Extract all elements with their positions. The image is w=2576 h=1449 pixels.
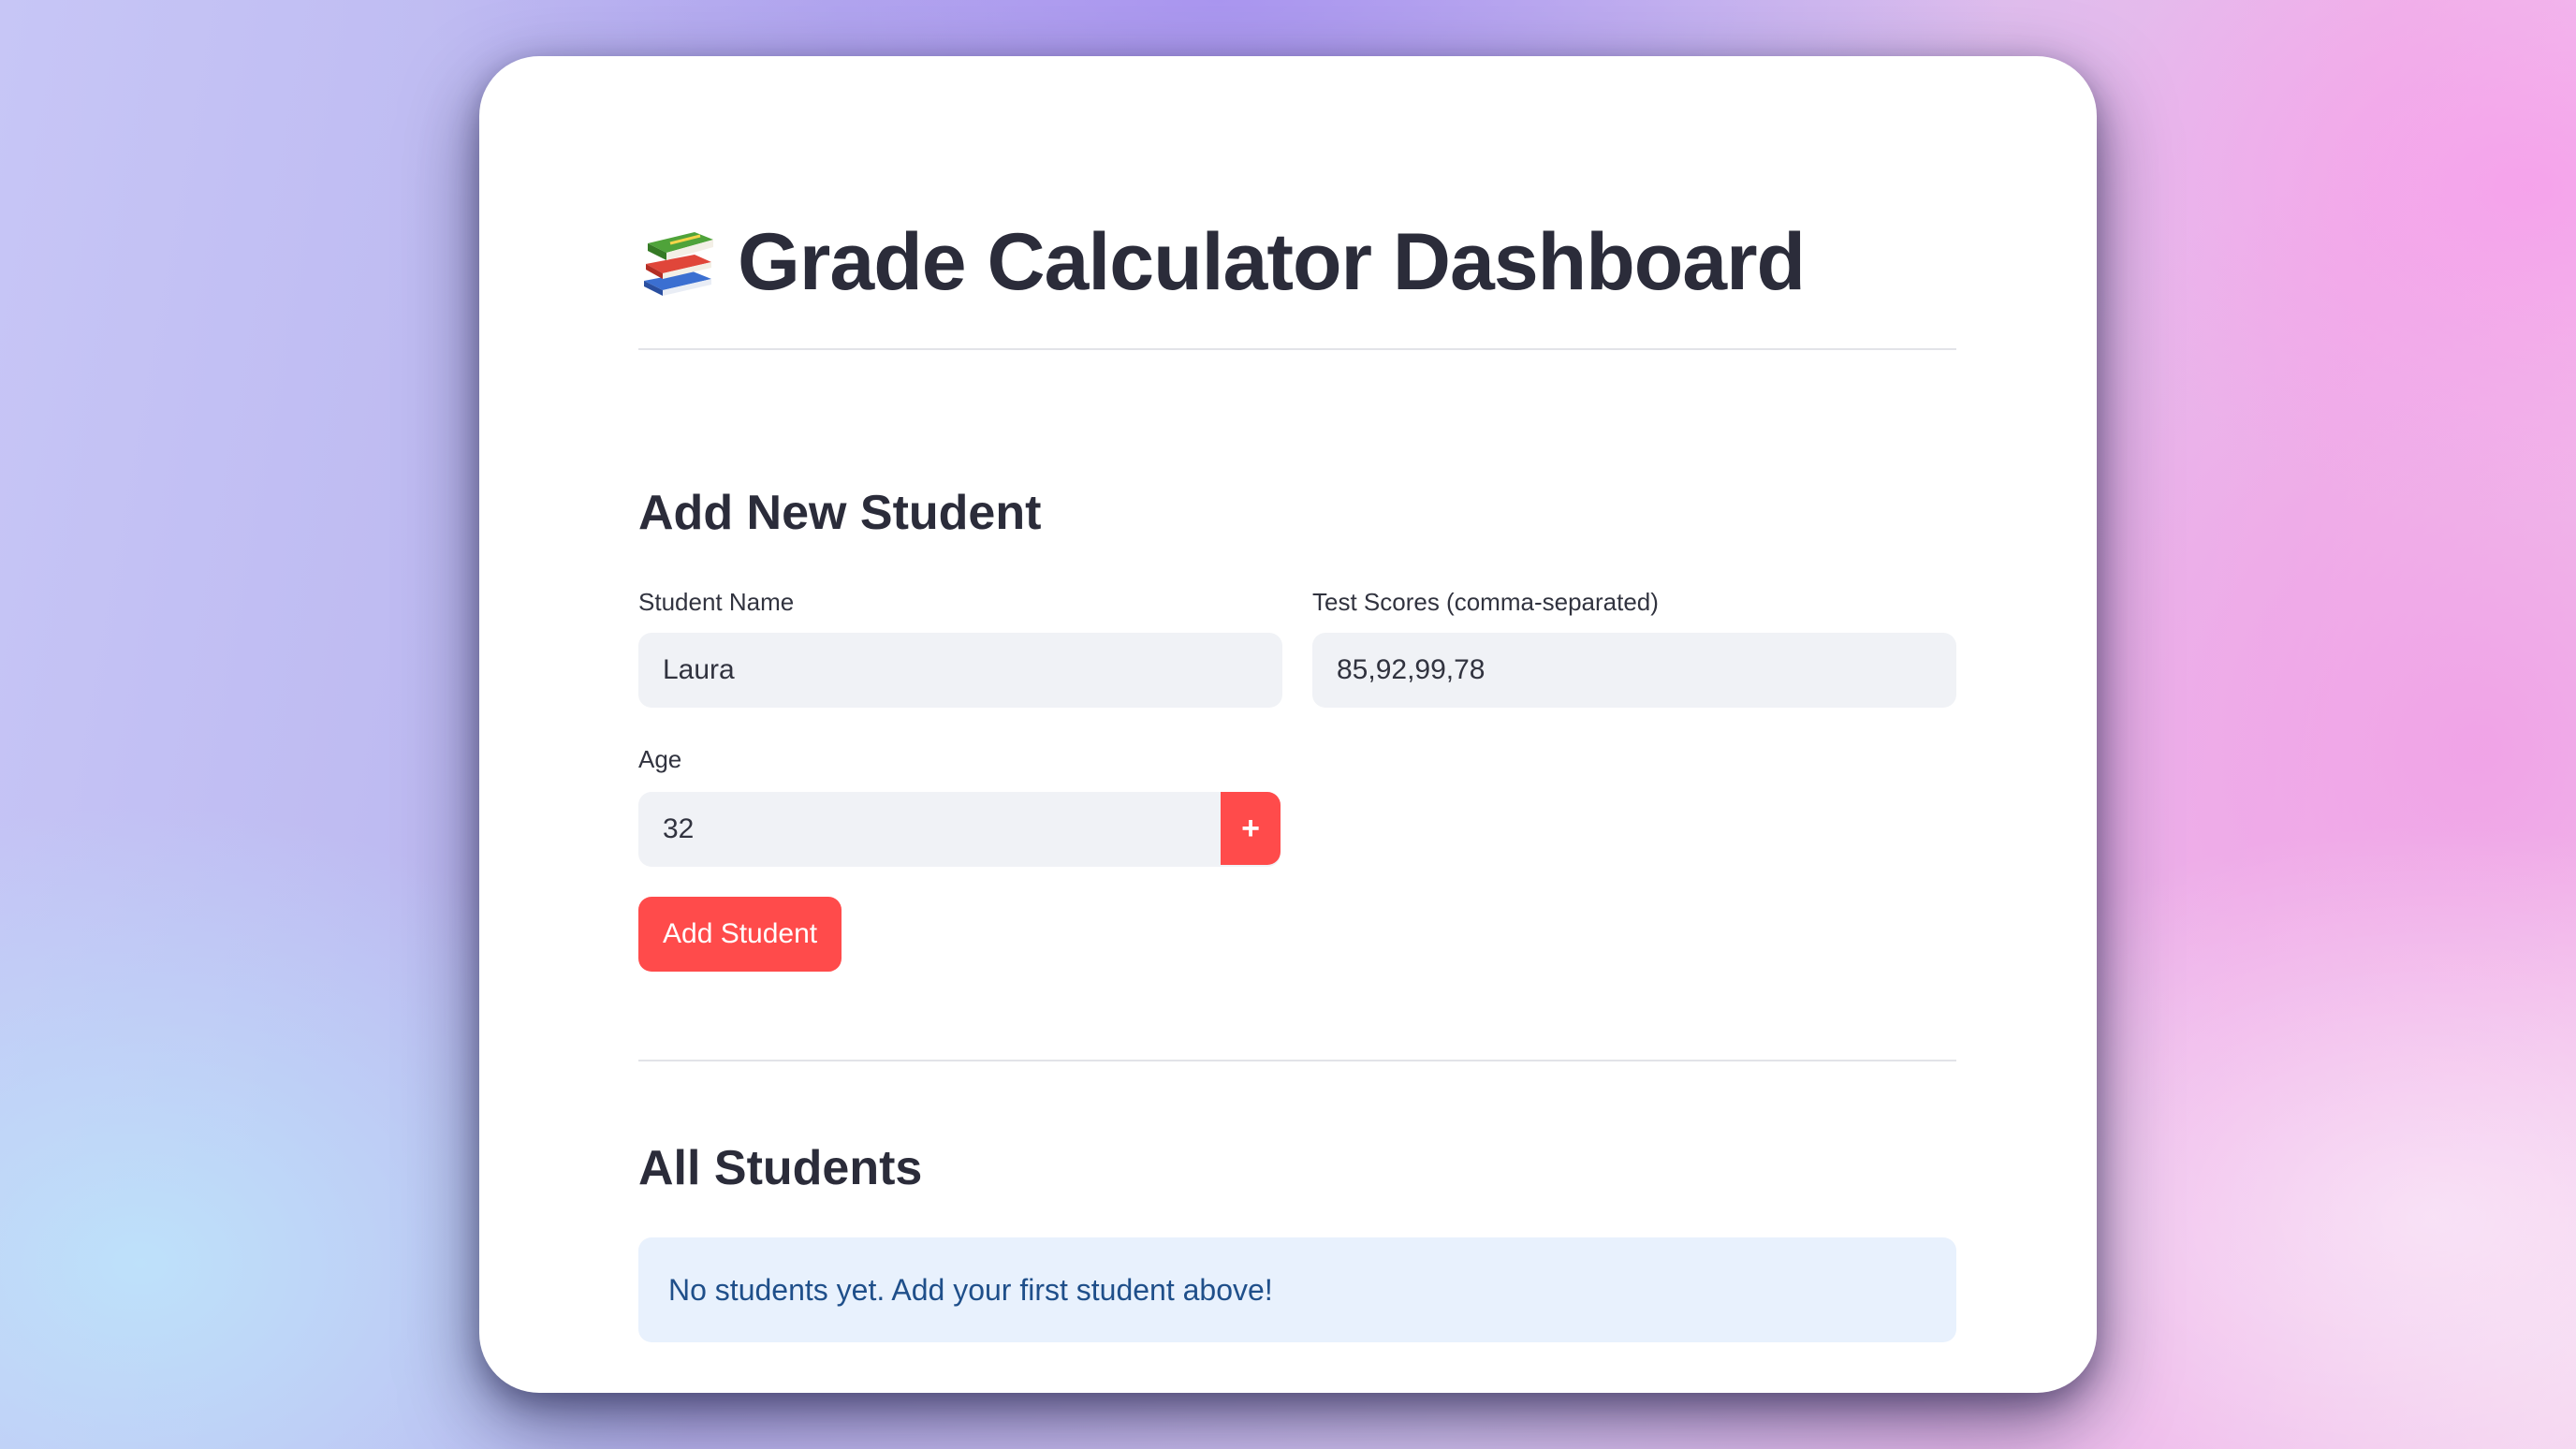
app-card: Grade Calculator Dashboard Add New Stude… [479,56,2097,1393]
student-name-input[interactable]: Laura [638,633,1282,708]
age-input[interactable]: 32 − [638,792,1281,867]
test-scores-value: 85,92,99,78 [1337,654,1486,685]
top-divider [638,348,1956,350]
age-value: 32 [663,813,695,844]
age-increment-button[interactable]: + [1221,792,1281,865]
add-student-button-label: Add Student [663,918,818,949]
student-name-label: Student Name [638,588,795,616]
all-students-heading: All Students [638,1141,923,1195]
test-scores-label: Test Scores (comma-separated) [1312,588,1659,616]
books-icon [638,223,717,301]
add-student-button[interactable]: Add Student [638,897,842,972]
test-scores-input[interactable]: 85,92,99,78 [1312,633,1956,708]
page-title: Grade Calculator Dashboard [638,206,1806,318]
add-student-heading: Add New Student [638,486,1042,540]
middle-divider [638,1060,1956,1061]
empty-students-message: No students yet. Add your first student … [668,1272,1273,1307]
student-name-value: Laura [663,654,735,685]
page-title-text: Grade Calculator Dashboard [738,216,1806,307]
empty-students-alert: No students yet. Add your first student … [638,1237,1956,1342]
age-label: Age [638,745,682,773]
